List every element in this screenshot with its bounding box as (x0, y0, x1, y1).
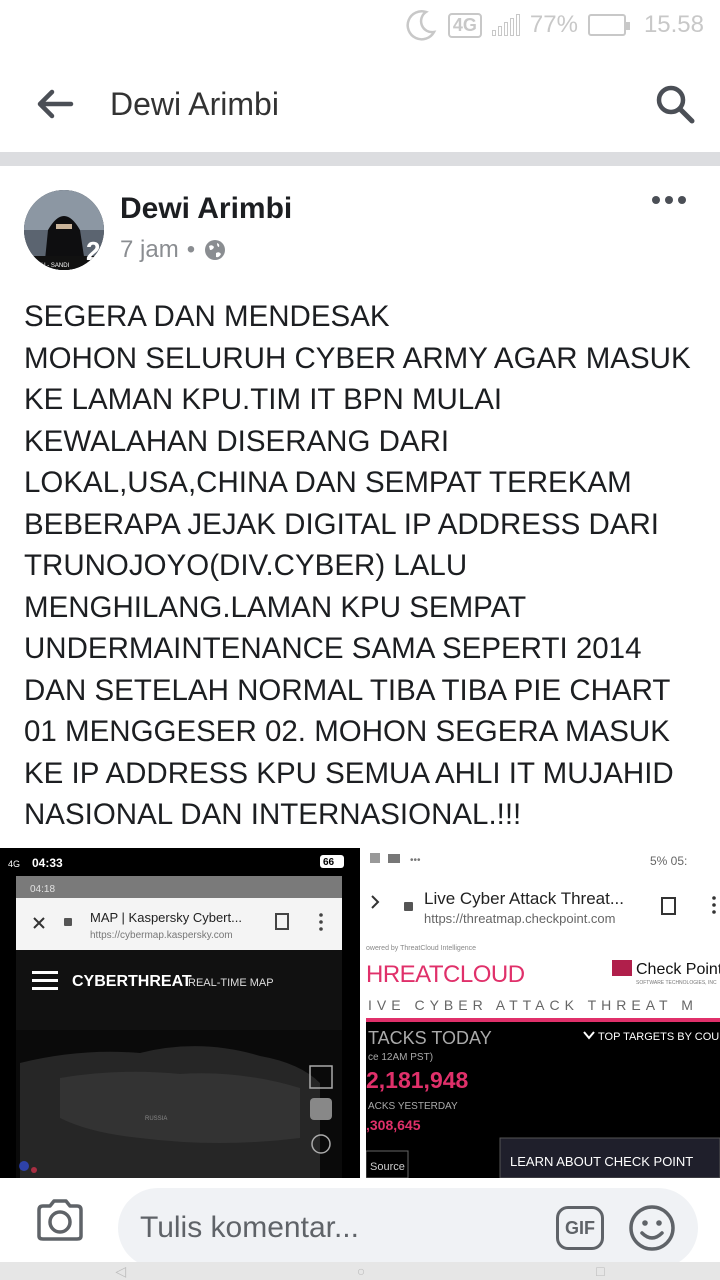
right-since-label: ce 12AM PST) (368, 1052, 433, 1063)
post-meta: 7 jam • (120, 236, 227, 264)
moon-icon (406, 10, 437, 41)
avatar[interactable]: 2 SATU - SANDI (24, 190, 104, 270)
back-button[interactable] (0, 58, 110, 150)
photo-kaspersky-screenshot[interactable]: 04:33 4G 66 04:18 MAP | Kaspersky Cybert… (0, 848, 360, 1178)
system-nav-bar: ◁ ○ □ (0, 1262, 720, 1280)
comment-input[interactable]: Tulis komentar... (118, 1188, 698, 1268)
left-status-time: 04:33 (32, 856, 63, 870)
globe-icon (205, 240, 226, 260)
right-partner-sub: SOFTWARE TECHNOLOGIES, INC (636, 980, 717, 986)
post-text-line: BEBERAPA JEJAK DIGITAL IP ADDRESS DARI (24, 507, 659, 541)
right-banner: IVE CYBER ATTACK THREAT M (368, 997, 698, 1013)
nav-back-icon[interactable]: ◁ (115, 1263, 126, 1280)
right-lock-icon (404, 902, 413, 911)
gif-button[interactable]: GIF (556, 1206, 604, 1250)
post-text-line: SEGERA DAN MENDESAK (24, 300, 390, 333)
post-text: SEGERA DAN MENDESAK MOHON SELURUH CYBER … (24, 296, 704, 836)
right-brand: HREATCLOUD (366, 961, 525, 988)
right-source-label: Source (370, 1161, 405, 1173)
post-text-line: KE LAMAN KPU.TIM IT BPN MULAI (24, 383, 503, 416)
comment-bar: Tulis komentar... GIF (0, 1178, 720, 1268)
left-status-battery: 66 (323, 857, 335, 868)
right-attacks-yesterday-label: ACKS YESTERDAY (368, 1101, 458, 1112)
comment-placeholder: Tulis komentar... (140, 1211, 359, 1244)
right-powered-by: owered by ThreatCloud Intelligence (366, 945, 476, 952)
right-attacks-today-value: 2,181,948 (366, 1067, 469, 1093)
post-text-line: TRUNOJOYO(DIV.CYBER) LALU (24, 549, 468, 582)
left-nav-title: CYBERTHREAT (72, 973, 192, 990)
svg-text:•••: ••• (410, 855, 421, 866)
post-text-line: KEWALAHAN DISERANG DARI (24, 424, 450, 458)
right-url: https://threatmap.checkpoint.com (424, 911, 615, 926)
battery-percent: 77% (529, 11, 578, 38)
post-text-line: MENGHILANG.LAMAN KPU SEMPAT (24, 590, 527, 624)
nav-recents-icon[interactable]: □ (596, 1263, 604, 1279)
left-page-title: MAP | Kaspersky Cybert... (90, 910, 242, 925)
camera-icon (37, 1199, 83, 1241)
meta-separator: • (186, 236, 196, 263)
signal-icon (491, 14, 520, 36)
status-bar: 4G 77% 15.58 (0, 0, 720, 50)
page-title: Dewi Arimbi (110, 85, 279, 122)
clock: 15.58 (643, 11, 704, 38)
post-photos: 04:33 4G 66 04:18 MAP | Kaspersky Cybert… (0, 848, 720, 1178)
post-text-line: 01 MENGGESER 02. MOHON SEGERA MASUK (24, 715, 670, 748)
post-text-line: NASIONAL DAN INTERNASIONAL.!!! (24, 798, 522, 831)
right-status: 5% 05: (650, 854, 687, 868)
right-top-targets: TOP TARGETS BY COUN (598, 1031, 720, 1043)
header-divider (0, 152, 720, 166)
search-icon (656, 85, 695, 124)
post-text-line: DAN SETELAH NORMAL TIBA TIBA PIE CHART (24, 673, 671, 707)
right-attacks-yesterday-value: ,308,645 (366, 1117, 421, 1133)
left-map-label: RUSSIA (145, 1116, 167, 1122)
post-author[interactable]: Dewi Arimbi (120, 192, 292, 226)
left-lock-icon (64, 918, 72, 926)
left-status-network-icon: 4G (8, 859, 20, 869)
post-text-line: UNDERMAINTENANCE SAMA SEPERTI 2014 (24, 632, 642, 665)
left-url: https://cybermap.kaspersky.com (90, 930, 233, 941)
network-type: 4G (447, 12, 482, 38)
nav-home-icon[interactable]: ○ (357, 1263, 365, 1279)
emoji-button[interactable] (628, 1204, 676, 1252)
post-text-line: MOHON SELURUH CYBER ARMY AGAR MASUK (24, 341, 691, 375)
avatar-badge-text: 2 (86, 236, 100, 266)
battery-icon (587, 14, 630, 36)
right-partner: Check Point (636, 961, 720, 978)
avatar-caption: SATU - SANDI (30, 263, 70, 269)
search-button[interactable] (630, 58, 720, 150)
avatar-image: 2 SATU - SANDI (24, 190, 104, 270)
right-attacks-today-label: TACKS TODAY (368, 1028, 492, 1048)
post-text-line: LOKAL,USA,CHINA DAN SEMPAT TEREKAM (24, 466, 632, 499)
post-text-line: KE IP ADDRESS KPU SEMUA AHLI IT MUJAHID (24, 756, 674, 790)
camera-button[interactable] (0, 1178, 120, 1262)
post: 2 SATU - SANDI Dewi Arimbi 7 jam • SEGER… (0, 166, 720, 1178)
back-arrow-icon (37, 89, 74, 119)
right-page-title: Live Cyber Attack Threat... (424, 889, 624, 908)
post-time[interactable]: 7 jam (120, 236, 179, 264)
smiley-icon (629, 1205, 675, 1251)
photo-checkpoint-screenshot[interactable]: ••• 5% 05: Live Cyber Attack Threat... h… (366, 848, 720, 1178)
left-inner-time: 04:18 (30, 884, 55, 895)
more-options-button[interactable] (652, 196, 686, 204)
app-header: Dewi Arimbi (0, 58, 720, 150)
right-learn-more: LEARN ABOUT CHECK POINT (510, 1154, 693, 1169)
left-nav-subtitle: REAL-TIME MAP (188, 977, 274, 989)
